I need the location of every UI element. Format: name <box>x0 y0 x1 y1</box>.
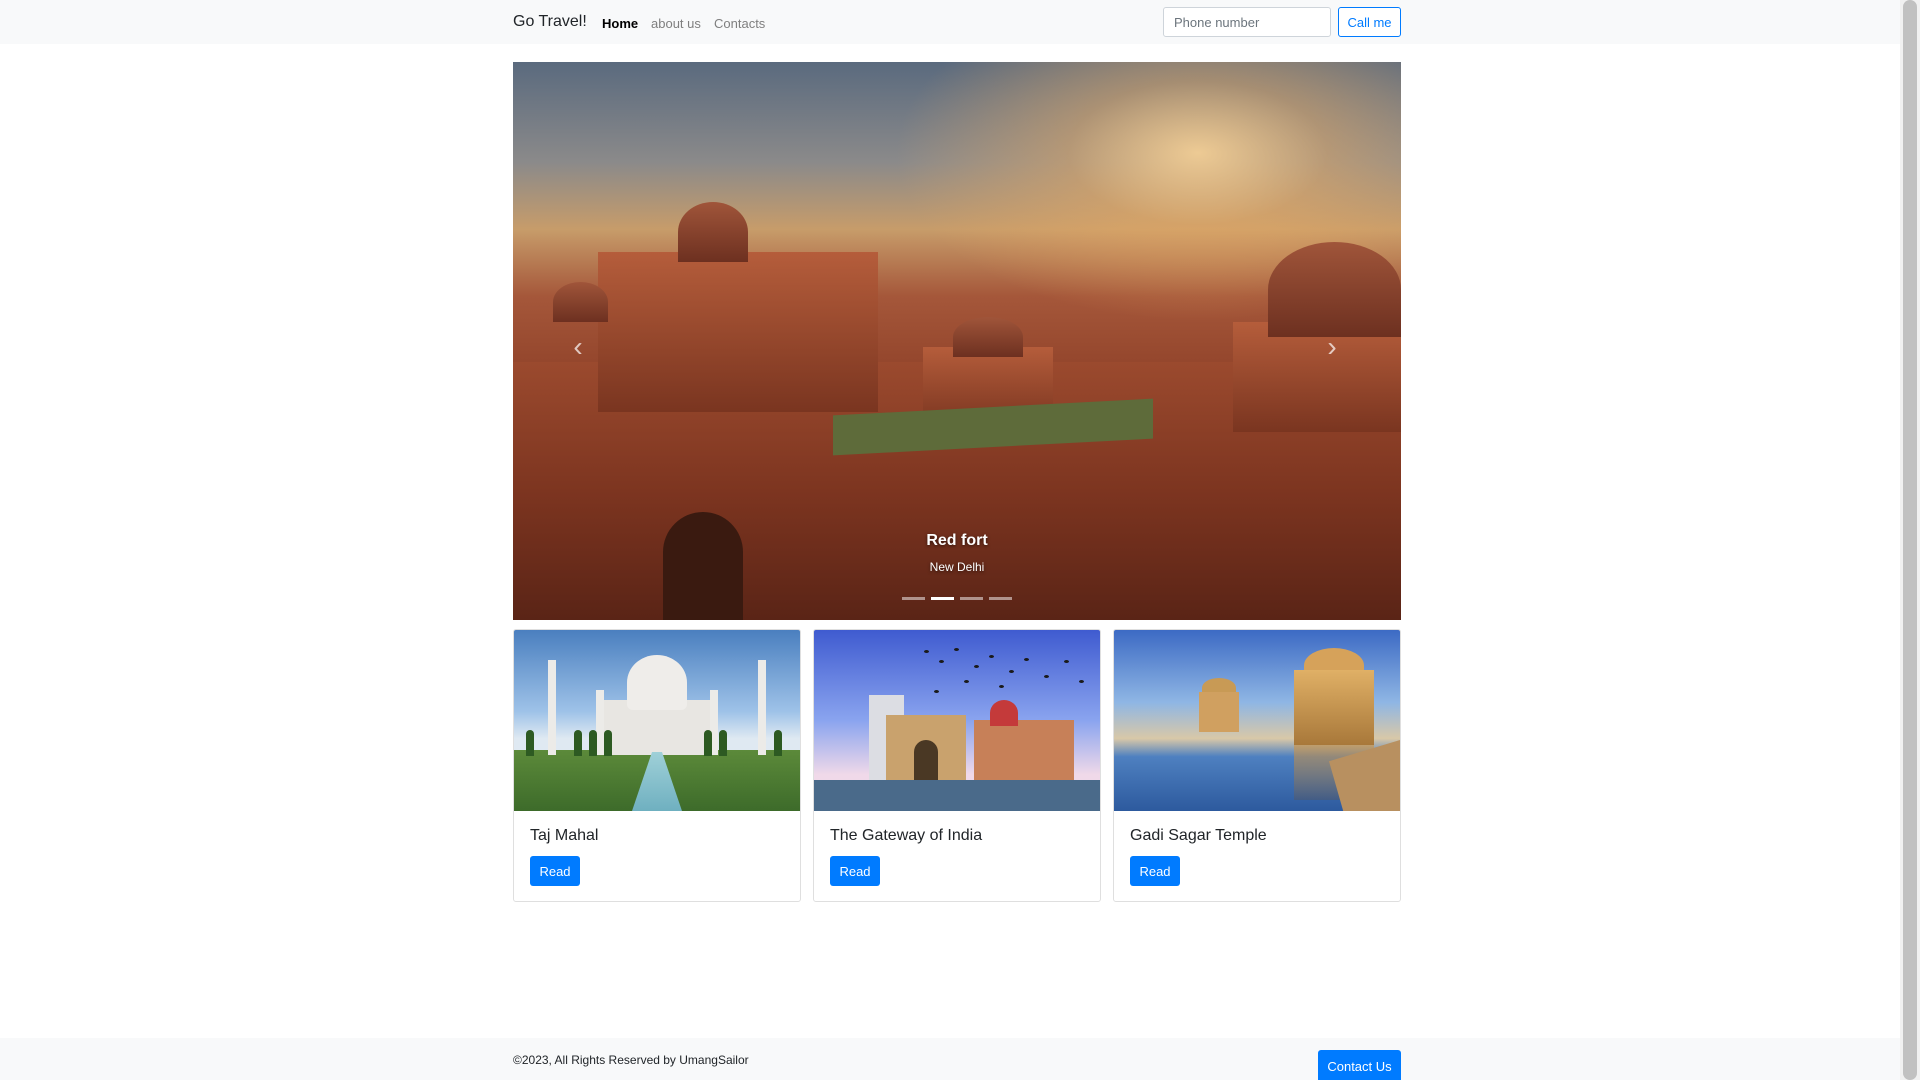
navbar: Go Travel! Home about us Contacts Call m… <box>0 0 1900 44</box>
carousel-indicator[interactable] <box>931 597 954 600</box>
carousel-image-dome <box>678 202 748 262</box>
footer-copyright: ©2023, All Rights Reserved by UmangSailo… <box>513 1053 749 1067</box>
nav-link-contacts[interactable]: Contacts <box>714 16 765 31</box>
brand-logo[interactable]: Go Travel! <box>513 13 587 31</box>
card-image-taj-mahal <box>514 630 800 811</box>
chevron-left-icon[interactable]: ‹ <box>558 322 598 372</box>
carousel-indicator[interactable] <box>989 597 1012 600</box>
read-button[interactable]: Read <box>830 856 880 886</box>
contact-us-button[interactable]: Contact Us <box>1318 1050 1401 1080</box>
carousel-caption-title: Red fort <box>926 532 988 549</box>
call-me-button[interactable]: Call me <box>1338 7 1401 37</box>
carousel-image-dome <box>553 282 608 322</box>
hero-carousel[interactable]: ‹ › Red fort New Delhi <box>513 62 1401 620</box>
card-image-gateway-of-india <box>814 630 1100 811</box>
carousel-indicator[interactable] <box>902 597 925 600</box>
card-image-gadi-sagar-temple <box>1114 630 1400 811</box>
scrollbar[interactable] <box>1900 0 1920 1080</box>
card-taj-mahal: Taj Mahal Read <box>513 629 801 902</box>
card-gadi-sagar-temple: Gadi Sagar Temple Read <box>1113 629 1401 902</box>
read-button[interactable]: Read <box>1130 856 1180 886</box>
scrollbar-thumb[interactable] <box>1903 0 1917 1080</box>
card-title: Gadi Sagar Temple <box>1130 827 1267 844</box>
phone-number-input[interactable] <box>1163 7 1331 37</box>
card-title: Taj Mahal <box>530 827 599 844</box>
footer: ©2023, All Rights Reserved by UmangSailo… <box>0 1038 1900 1080</box>
read-button[interactable]: Read <box>530 856 580 886</box>
carousel-image-left-tower <box>598 252 878 412</box>
nav-link-about-us[interactable]: about us <box>651 16 701 31</box>
carousel-indicator[interactable] <box>960 597 983 600</box>
carousel-image-dome <box>953 317 1023 357</box>
carousel-indicators <box>902 597 1012 600</box>
nav-link-home[interactable]: Home <box>602 16 638 31</box>
chevron-right-icon[interactable]: › <box>1312 322 1352 372</box>
card-title: The Gateway of India <box>830 827 983 844</box>
card-gateway-of-india: The Gateway of India Read <box>813 629 1101 902</box>
carousel-caption-subtitle: New Delhi <box>929 560 985 574</box>
